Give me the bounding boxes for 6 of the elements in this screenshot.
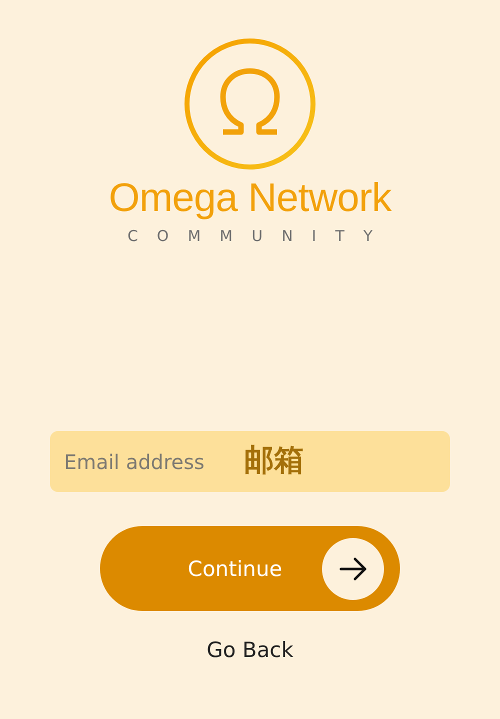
arrow-right-icon (322, 538, 384, 600)
brand-tagline: COMMUNITY (127, 227, 392, 245)
omega-logo-icon (183, 37, 317, 171)
go-back-link[interactable]: Go Back (206, 637, 294, 663)
brand-name: Omega Network (108, 175, 392, 221)
annotation-label: 邮箱 (244, 443, 304, 479)
